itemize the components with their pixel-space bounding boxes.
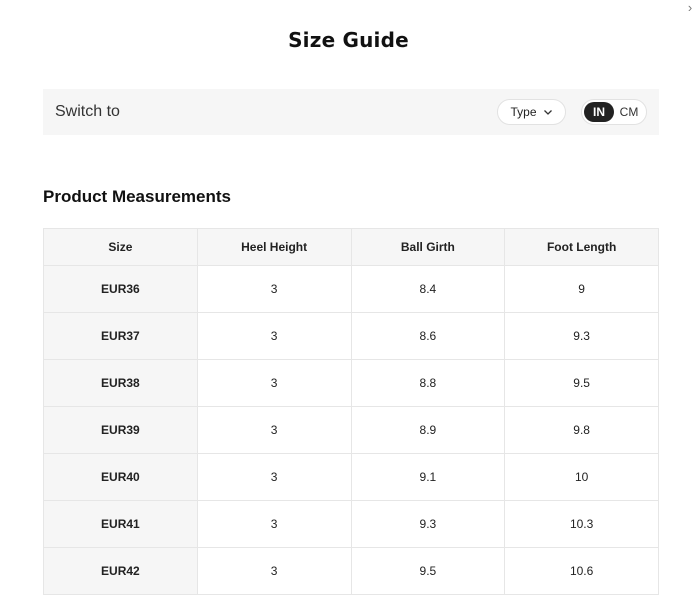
cell-ball-girth: 9.5 <box>350 547 506 595</box>
page-title: Size Guide <box>288 28 409 52</box>
cell-ball-girth: 9.1 <box>350 453 506 501</box>
cell-heel-height: 3 <box>196 547 352 595</box>
unit-switch-bar: Switch to Type IN CM <box>43 89 659 135</box>
cell-foot-length: 9.5 <box>504 359 659 407</box>
column-header-foot-length: Foot Length <box>504 228 659 266</box>
cell-size: EUR42 <box>43 547 198 595</box>
type-select[interactable]: Type <box>497 99 566 125</box>
unit-toggle: IN CM <box>581 99 647 125</box>
cell-foot-length: 9.3 <box>504 312 659 360</box>
cell-heel-height: 3 <box>196 406 352 454</box>
cell-heel-height: 3 <box>196 359 352 407</box>
measurements-table: Size Heel Height Ball Girth Foot Length … <box>43 228 659 595</box>
column-header-ball-girth: Ball Girth <box>350 228 506 266</box>
cell-foot-length: 10.6 <box>504 547 659 595</box>
cell-ball-girth: 9.3 <box>350 500 506 548</box>
cell-ball-girth: 8.6 <box>350 312 506 360</box>
cell-ball-girth: 8.4 <box>350 265 506 313</box>
cell-foot-length: 10.3 <box>504 500 659 548</box>
cell-foot-length: 10 <box>504 453 659 501</box>
table-row: EUR37 3 8.6 9.3 <box>43 312 659 360</box>
cell-ball-girth: 8.8 <box>350 359 506 407</box>
cell-size: EUR39 <box>43 406 198 454</box>
table-row: EUR42 3 9.5 10.6 <box>43 547 659 595</box>
cell-ball-girth: 8.9 <box>350 406 506 454</box>
cell-foot-length: 9 <box>504 265 659 313</box>
cell-size: EUR40 <box>43 453 198 501</box>
chevron-down-icon <box>543 110 552 115</box>
table-header-row: Size Heel Height Ball Girth Foot Length <box>43 228 659 266</box>
cell-size: EUR41 <box>43 500 198 548</box>
cell-heel-height: 3 <box>196 500 352 548</box>
unit-option-in[interactable]: IN <box>584 102 614 122</box>
table-row: EUR39 3 8.9 9.8 <box>43 406 659 454</box>
table-row: EUR36 3 8.4 9 <box>43 265 659 313</box>
cell-heel-height: 3 <box>196 312 352 360</box>
unit-option-cm[interactable]: CM <box>614 102 644 122</box>
table-row: EUR41 3 9.3 10.3 <box>43 500 659 548</box>
cell-heel-height: 3 <box>196 453 352 501</box>
section-title-product-measurements: Product Measurements <box>43 187 231 206</box>
cell-foot-length: 9.8 <box>504 406 659 454</box>
table-row: EUR38 3 8.8 9.5 <box>43 359 659 407</box>
table-row: EUR40 3 9.1 10 <box>43 453 659 501</box>
close-chevron-icon[interactable]: › <box>683 0 697 16</box>
cell-size: EUR37 <box>43 312 198 360</box>
switch-label: Switch to <box>55 103 120 120</box>
cell-size: EUR36 <box>43 265 198 313</box>
type-select-label: Type <box>510 105 537 119</box>
column-header-size: Size <box>43 228 198 266</box>
cell-heel-height: 3 <box>196 265 352 313</box>
column-header-heel-height: Heel Height <box>196 228 352 266</box>
cell-size: EUR38 <box>43 359 198 407</box>
